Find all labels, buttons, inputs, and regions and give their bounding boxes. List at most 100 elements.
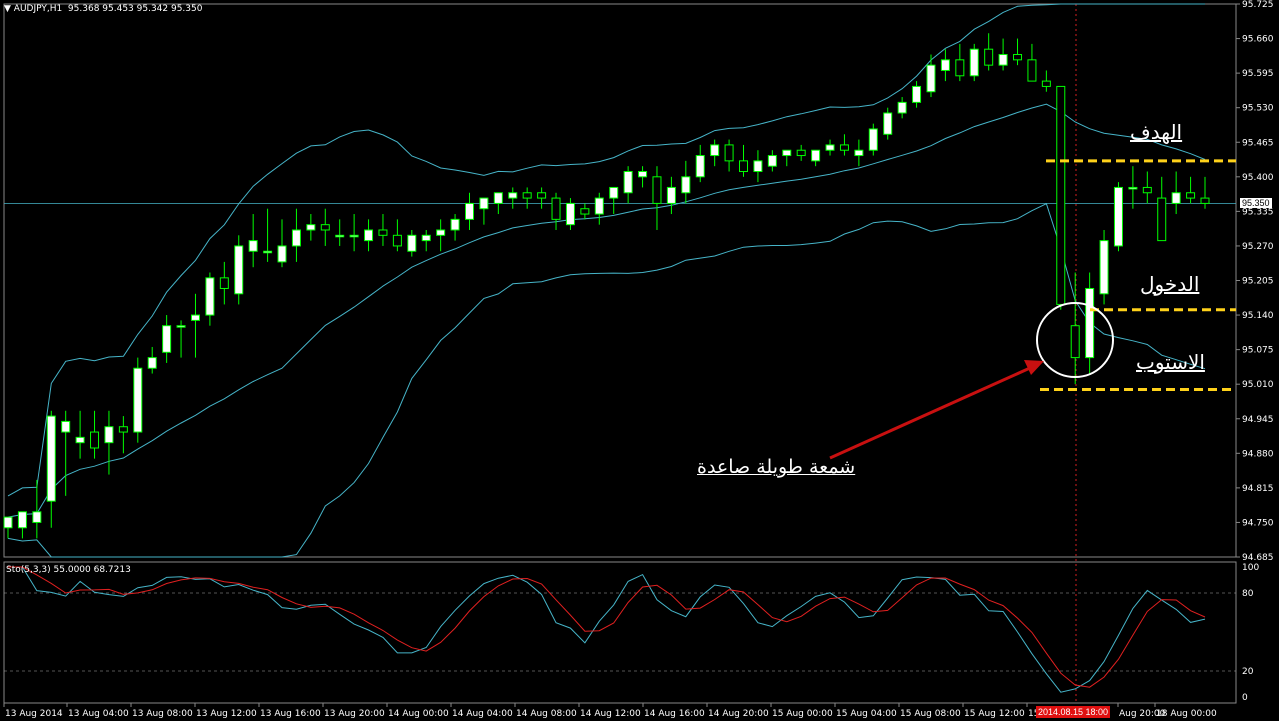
time-axis-label: 14 Aug 16:00: [644, 709, 705, 719]
candle-body: [1171, 192, 1181, 204]
price-axis-label: 94.945: [1242, 415, 1274, 425]
long-bullish-candle-label: شمعة طويلة صاعدة: [697, 456, 856, 478]
indicator-header: Sto(5,3,3) 55.0000 68.7213: [6, 565, 131, 575]
candle-body: [666, 186, 676, 204]
candle-body: [335, 234, 345, 238]
annotation-marks: [829, 302, 1114, 460]
chart-canvas[interactable]: 95.725 95.660 95.595 95.530 95.465 95.400 95.3…: [0, 0, 1279, 721]
candle-body: [767, 155, 777, 167]
price-axis-label: 95.205: [1242, 277, 1274, 287]
stoch-axis-label: 100: [1242, 563, 1259, 573]
candle-body: [1027, 59, 1037, 82]
target-label: الهدف: [1130, 120, 1183, 144]
candle-body: [147, 357, 157, 369]
price-axis-label: 95.595: [1242, 69, 1274, 79]
price-axis-label: 95.660: [1242, 35, 1274, 45]
candle-body: [234, 245, 244, 295]
candle-body: [1200, 197, 1210, 204]
band-middle: [7, 103, 1206, 518]
candle-body: [291, 229, 301, 247]
price-axis-label: 94.750: [1242, 518, 1274, 528]
price-axis-label: 95.530: [1242, 104, 1274, 114]
price-axis-label: 95.400: [1242, 173, 1274, 183]
candle-body: [493, 192, 503, 204]
candle-body: [710, 144, 720, 157]
candle-body: [320, 224, 330, 231]
candle-body: [695, 155, 705, 178]
candle-body: [883, 112, 893, 135]
candle-body: [248, 240, 258, 252]
candle-body: [551, 197, 561, 220]
chart-frame: [3, 3, 1237, 704]
candle-body: [739, 160, 749, 172]
candle-body: [1186, 192, 1196, 199]
candle-body: [219, 277, 229, 289]
time-axis-label: 14 Aug 00:00: [388, 709, 449, 719]
candle-body: [839, 144, 849, 151]
time-axis-label: 14 Aug 20:00: [708, 709, 769, 719]
candle-body: [854, 149, 864, 157]
time-axis-label: 15 Aug 04:00: [836, 709, 897, 719]
candle-body: [118, 426, 128, 433]
symbol-info: AUDJPY,H1 95.368 95.453 95.342 95.350: [13, 4, 203, 14]
candle-body: [3, 516, 13, 529]
candle-body: [407, 234, 417, 252]
time-axis-label: 14 Aug 04:00: [452, 709, 513, 719]
candle-body: [984, 48, 994, 66]
cursor-time-tag: 2014.08.15 18:00: [1036, 706, 1111, 718]
candle-body: [90, 431, 100, 449]
candle-body: [537, 192, 547, 199]
candle-body: [392, 234, 402, 247]
candle-body: [46, 415, 56, 502]
price-axis-label: 95.270: [1242, 242, 1274, 252]
candle-body: [1070, 325, 1080, 359]
price-pane: [3, 3, 1237, 558]
candle-body: [609, 186, 619, 199]
stoch-axis-label: 20: [1242, 667, 1254, 677]
candle-body: [796, 149, 806, 157]
candle-body: [926, 64, 936, 93]
stoch-main-line: [8, 566, 1206, 693]
candle-body: [753, 160, 763, 172]
candle-body: [61, 420, 71, 433]
candle-body: [1157, 197, 1167, 242]
candle-body: [940, 59, 950, 71]
time-axis-label: 13 Aug 08:00: [132, 709, 193, 719]
time-axis-label: 14 Aug 08:00: [516, 709, 577, 719]
candle-body: [998, 54, 1008, 66]
triangle-down-icon[interactable]: ▼: [4, 4, 11, 14]
stoch-axis-label: 80: [1242, 589, 1254, 599]
candle-body: [1056, 85, 1066, 305]
candle-body: [681, 176, 691, 194]
stoch-signal-line: [8, 566, 1206, 688]
candle-body: [32, 511, 42, 523]
candle-body: [1142, 186, 1152, 194]
candle-body: [263, 250, 273, 254]
time-axis-label: 13 Aug 20:00: [324, 709, 385, 719]
price-axis-label: 95.465: [1242, 138, 1274, 148]
candle-body: [176, 325, 186, 328]
axes: 95.725 95.660 95.595 95.530 95.465 95.400 95.3…: [3, 0, 1274, 719]
candle-body: [75, 436, 85, 444]
stochastic-pane: [3, 561, 1237, 704]
price-axis-label: 94.815: [1242, 484, 1274, 494]
band-lower: [7, 202, 1206, 558]
candle-body: [421, 234, 431, 242]
candle-body: [969, 48, 979, 77]
candle-body: [378, 229, 388, 236]
stochastic-lines: [8, 566, 1206, 693]
candle-body: [349, 234, 359, 238]
candle-body: [522, 192, 532, 199]
time-axis-label: 15 Aug 08:00: [900, 709, 961, 719]
candle-body: [1099, 240, 1109, 295]
candle-body: [594, 197, 604, 215]
candle-body: [450, 218, 460, 231]
candle-body: [479, 197, 489, 210]
candle-body: [436, 229, 446, 236]
candle-body: [306, 224, 316, 231]
price-axis-label: 94.685: [1242, 553, 1274, 563]
candle-body: [1013, 54, 1023, 61]
candle-body: [580, 208, 590, 215]
time-axis-label: 14 Aug 12:00: [580, 709, 641, 719]
candle-body: [825, 144, 835, 151]
